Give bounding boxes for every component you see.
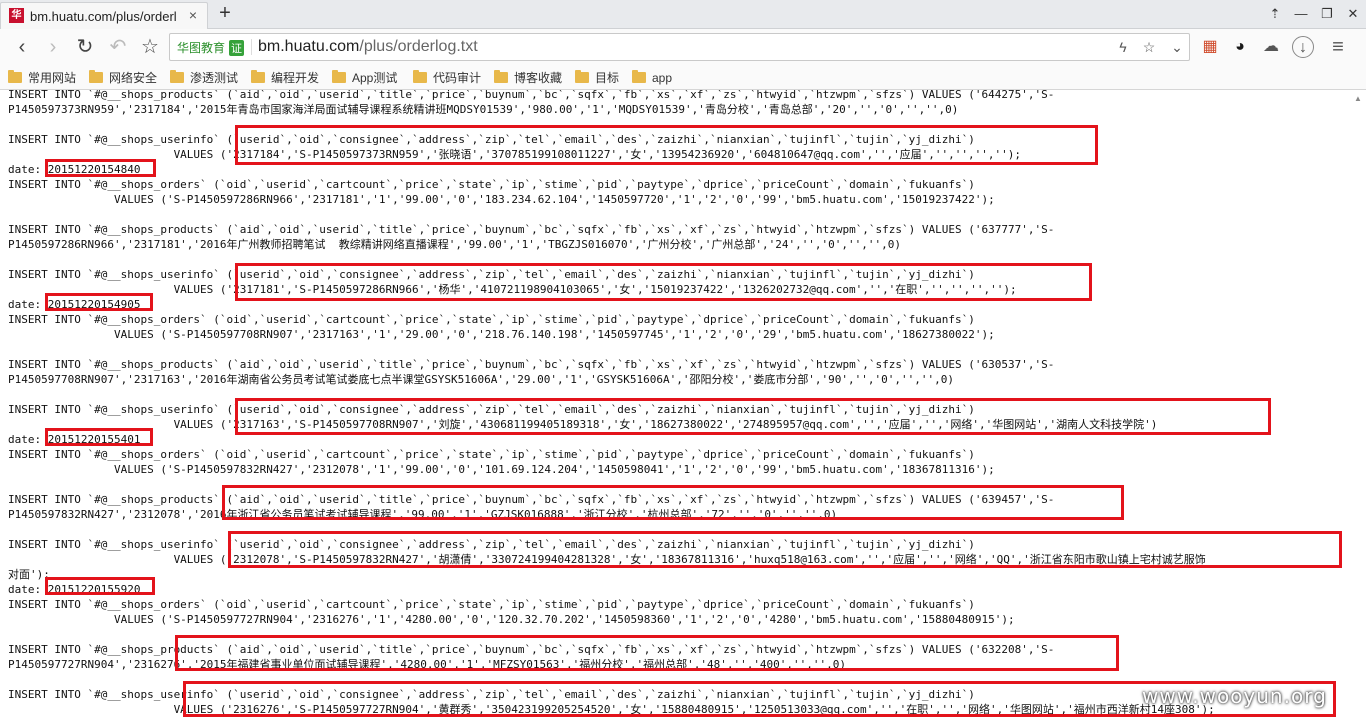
bookmark-label: app <box>652 70 673 85</box>
document-line: INSERT INTO `#@__shops_orders` (`oid`,`u… <box>8 178 975 191</box>
folder-icon <box>170 70 184 83</box>
folder-icon <box>89 70 103 83</box>
document-line: VALUES ('S-P1450597708RN907','2317163','… <box>8 328 995 341</box>
lightning-icon[interactable]: ϟ <box>1114 38 1132 56</box>
document-line: P1450597727RN904','2316276','2015年福建省事业单… <box>8 658 847 671</box>
watermark-text: www.wooyun.org <box>1142 684 1327 708</box>
apps-icon[interactable]: ▦ <box>1199 36 1221 58</box>
document-line: VALUES ('S-P1450597286RN966','2317181','… <box>8 193 995 206</box>
folder-icon <box>251 70 265 83</box>
bookmark-label: 常用网站 <box>28 71 77 85</box>
address-bar[interactable]: 华图教育证 bm.huatu.com/plus/orderlog.txt ϟ ☆… <box>169 33 1190 61</box>
bookmark-folder[interactable]: 目标 <box>575 69 619 86</box>
document-line: INSERT INTO `#@__shops_userinfo` (`useri… <box>8 688 975 701</box>
chevron-down-icon[interactable]: ⌄ <box>1168 38 1186 56</box>
reload-button[interactable]: ↻ <box>73 35 97 59</box>
document-line: P1450597708RN907','2317163','2016年湖南省公务员… <box>8 373 955 386</box>
document-line: 对面'); <box>8 568 50 581</box>
bookmark-label: 代码审计 <box>433 71 482 85</box>
site-identity-badge[interactable]: 华图教育证 <box>177 39 245 56</box>
document-line: INSERT INTO `#@__shops_products` (`aid`,… <box>8 643 1055 656</box>
bookmark-label: 渗透测试 <box>190 71 239 85</box>
bookmark-label: 编程开发 <box>271 71 320 85</box>
text-document: INSERT INTO `#@__shops_products` (`aid`,… <box>0 90 1366 728</box>
verified-icon: 证 <box>229 40 245 56</box>
qq-icon[interactable]: ◕ <box>1229 36 1251 58</box>
document-line: VALUES ('2317184','S-P1450597373RN959','… <box>8 148 1022 161</box>
bookmark-page-button[interactable]: ☆ <box>138 35 162 59</box>
document-line: INSERT INTO `#@__shops_orders` (`oid`,`u… <box>8 448 975 461</box>
document-line: P1450597832RN427','2312078','2016年浙江省公务员… <box>8 508 838 521</box>
tab-strip: 华 bm.huatu.com/plus/orderl × + ⇡ — ❐ ✕ <box>0 0 1366 29</box>
bookmark-folder[interactable]: 代码审计 <box>413 69 481 86</box>
scroll-up-arrow-icon[interactable]: ▲ <box>1353 94 1363 104</box>
document-line: VALUES ('S-P1450597727RN904','2316276','… <box>8 613 1015 626</box>
minimize-icon[interactable]: — <box>1288 0 1314 28</box>
watermark: www.wooyun.org <box>1128 682 1364 720</box>
folder-icon <box>632 70 646 83</box>
url-path: /plus/orderlog.txt <box>359 38 478 55</box>
document-line: P1450597286RN966','2317181','2016年广州教师招聘… <box>8 238 902 251</box>
bookmark-label: App测试 <box>352 71 398 85</box>
window-controls: ⇡ — ❐ ✕ <box>1262 0 1366 28</box>
download-icon[interactable]: ↓ <box>1292 36 1314 58</box>
huatu-favicon-icon: 华 <box>9 8 24 23</box>
bookmark-folder[interactable]: 编程开发 <box>251 69 319 86</box>
bookmark-label: 目标 <box>595 71 620 85</box>
menu-icon[interactable]: ≡ <box>1327 36 1349 58</box>
document-line: date: 20151220154905 <box>8 298 141 311</box>
document-line: VALUES ('2316276','S-P1450597727RN904','… <box>8 703 1215 716</box>
document-line: INSERT INTO `#@__shops_products` (`aid`,… <box>8 223 1055 236</box>
document-line: INSERT INTO `#@__shops_products` (`aid`,… <box>8 358 1055 371</box>
bookmark-folder[interactable]: 网络安全 <box>89 69 157 86</box>
star-icon[interactable]: ☆ <box>1140 38 1158 56</box>
document-line: INSERT INTO `#@__shops_products` (`aid`,… <box>8 90 1055 101</box>
browser-tab[interactable]: 华 bm.huatu.com/plus/orderl × <box>0 2 208 29</box>
document-line: INSERT INTO `#@__shops_orders` (`oid`,`u… <box>8 313 975 326</box>
bookmark-folder[interactable]: 博客收藏 <box>494 69 562 86</box>
bookmark-label: 博客收藏 <box>514 71 563 85</box>
document-line: VALUES ('2312078','S-P1450597832RN427','… <box>8 553 1206 566</box>
undo-close-button[interactable]: ↶ <box>106 35 130 59</box>
bookmark-folder[interactable]: 渗透测试 <box>170 69 238 86</box>
document-line: date: 20151220155920 <box>8 583 141 596</box>
document-line: INSERT INTO `#@__shops_userinfo` (`useri… <box>8 133 975 146</box>
folder-icon <box>8 70 22 83</box>
tab-title: bm.huatu.com/plus/orderl <box>30 9 177 24</box>
bookmark-folder[interactable]: app <box>632 69 672 86</box>
url-input[interactable]: bm.huatu.com/plus/orderlog.txt <box>258 38 478 56</box>
bookmark-label: 网络安全 <box>109 71 158 85</box>
folder-icon <box>332 70 346 83</box>
document-line: VALUES ('2317163','S-P1450597708RN907','… <box>8 418 1158 431</box>
close-window-icon[interactable]: ✕ <box>1340 0 1366 28</box>
document-line: date: 20151220155401 <box>8 433 141 446</box>
folder-icon <box>575 70 589 83</box>
site-name: 华图教育 <box>177 41 226 55</box>
maximize-icon[interactable]: ❐ <box>1314 0 1340 28</box>
document-line: INSERT INTO `#@__shops_products` (`aid`,… <box>8 493 1055 506</box>
bookmarks-bar: 常用网站 网络安全 渗透测试 编程开发 App测试 代码审计 博客收藏 目标 a… <box>0 65 1366 90</box>
document-line: INSERT INTO `#@__shops_userinfo` (`useri… <box>8 538 975 551</box>
new-tab-button[interactable]: + <box>214 3 236 25</box>
folder-icon <box>413 70 427 83</box>
folder-icon <box>494 70 508 83</box>
back-button[interactable]: ‹ <box>10 35 34 59</box>
document-line: INSERT INTO `#@__shops_userinfo` (`useri… <box>8 403 975 416</box>
url-host: bm.huatu.com <box>258 38 360 55</box>
bookmark-folder[interactable]: 常用网站 <box>8 69 76 86</box>
document-line: INSERT INTO `#@__shops_userinfo` (`useri… <box>8 268 975 281</box>
cloud-icon[interactable]: ☁ <box>1260 36 1282 58</box>
forward-button[interactable]: › <box>41 35 65 59</box>
document-line: VALUES ('2317181','S-P1450597286RN966','… <box>8 283 1017 296</box>
close-tab-icon[interactable]: × <box>185 7 201 23</box>
navigation-bar: ‹ › ↻ ↶ ☆ 华图教育证 bm.huatu.com/plus/orderl… <box>0 29 1366 65</box>
bookmark-folder[interactable]: App测试 <box>332 69 397 86</box>
document-line: date: 20151220154840 <box>8 163 141 176</box>
address-divider <box>251 39 252 55</box>
document-line: VALUES ('S-P1450597832RN427','2312078','… <box>8 463 995 476</box>
document-line: P1450597373RN959','2317184','2015年青岛市国家海… <box>8 103 959 116</box>
document-line: INSERT INTO `#@__shops_orders` (`oid`,`u… <box>8 598 975 611</box>
skin-icon[interactable]: ⇡ <box>1262 0 1288 28</box>
